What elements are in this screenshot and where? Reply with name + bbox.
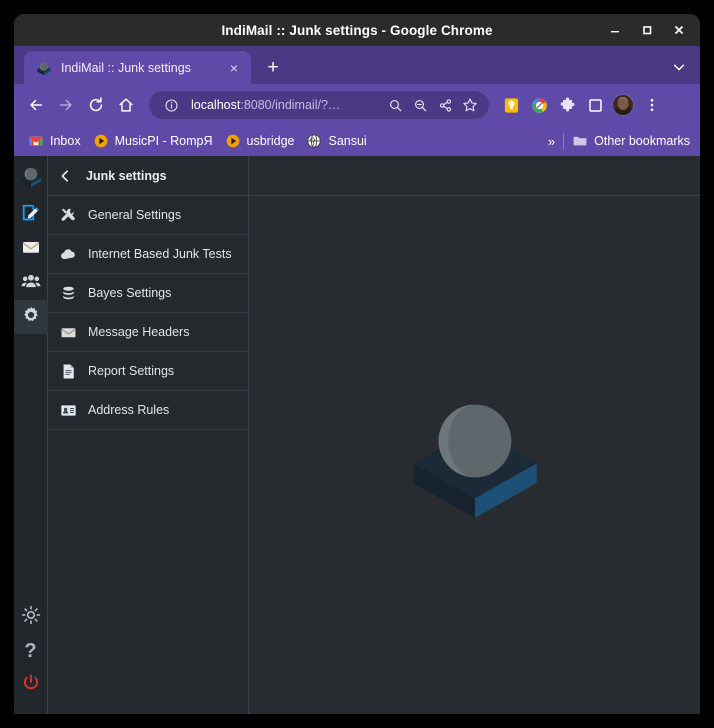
sidebar-item-mail[interactable] bbox=[14, 232, 48, 266]
browser-toolbar: localhost:8080/indimail/?… bbox=[14, 84, 700, 126]
cloud-icon bbox=[59, 245, 77, 263]
reload-icon[interactable] bbox=[82, 91, 110, 119]
share-icon[interactable] bbox=[434, 94, 456, 116]
bookmarks-bar: Inbox MusicPI - RompЯ usbridge Sansui » … bbox=[14, 126, 700, 156]
back-arrow-icon[interactable] bbox=[22, 91, 50, 119]
avatar[interactable] bbox=[610, 92, 636, 118]
bookmark-inbox[interactable]: Inbox bbox=[24, 129, 89, 153]
bookmark-musicpi[interactable]: MusicPI - RompЯ bbox=[89, 129, 221, 153]
app-rail: ? bbox=[14, 156, 48, 714]
google-circle-icon[interactable] bbox=[526, 92, 552, 118]
question-mark-icon: ? bbox=[24, 639, 37, 662]
play-circle-icon bbox=[93, 133, 109, 149]
info-circle-icon[interactable] bbox=[160, 94, 182, 116]
power-icon bbox=[21, 673, 41, 698]
gmail-icon bbox=[28, 133, 44, 149]
chrome-window: IndiMail :: Junk settings - Google Chrom… bbox=[14, 14, 700, 714]
search-icon[interactable] bbox=[384, 94, 406, 116]
menu-item-address-rules[interactable]: Address Rules bbox=[48, 391, 248, 430]
menu-item-internet-based-junk-tests[interactable]: Internet Based Junk Tests bbox=[48, 235, 248, 274]
bookmark-label: Sansui bbox=[328, 134, 367, 148]
menu-item-general-settings[interactable]: General Settings bbox=[48, 196, 248, 235]
other-bookmarks-label: Other bookmarks bbox=[594, 134, 690, 148]
web-page: ? Junk settings General Settings Interne… bbox=[14, 156, 700, 714]
settings-panel-header: Junk settings bbox=[48, 156, 248, 196]
url-text[interactable]: localhost:8080/indimail/?… bbox=[191, 98, 381, 112]
menu-item-label: Internet Based Junk Tests bbox=[88, 247, 232, 261]
bookmark-usbridge[interactable]: usbridge bbox=[221, 129, 303, 153]
database-icon bbox=[59, 284, 77, 302]
close-icon[interactable] bbox=[664, 15, 694, 45]
envelope-icon bbox=[21, 237, 41, 262]
globe-icon bbox=[306, 133, 322, 149]
play-circle-icon bbox=[225, 133, 241, 149]
menu-item-report-settings[interactable]: Report Settings bbox=[48, 352, 248, 391]
zoom-out-icon[interactable] bbox=[409, 94, 431, 116]
content-body bbox=[249, 196, 700, 714]
url-path: :8080/indimail/?… bbox=[240, 98, 341, 112]
url-host: localhost bbox=[191, 98, 241, 112]
gear-icon bbox=[21, 305, 41, 330]
bookmark-label: usbridge bbox=[246, 134, 295, 148]
indimail-logo-icon bbox=[36, 60, 52, 76]
window-titlebar: IndiMail :: Junk settings - Google Chrom… bbox=[14, 14, 700, 46]
menu-item-message-headers[interactable]: Message Headers bbox=[48, 313, 248, 352]
sidebar-item-compose[interactable] bbox=[14, 198, 48, 232]
folder-icon bbox=[572, 133, 588, 149]
logout-button[interactable] bbox=[14, 668, 48, 702]
settings-panel: Junk settings General Settings Internet … bbox=[48, 156, 249, 714]
compose-pencil-icon bbox=[21, 203, 41, 228]
tab-strip: IndiMail :: Junk settings × + bbox=[14, 46, 700, 84]
indimail-logo-icon bbox=[19, 164, 43, 188]
bookmark-label: MusicPI - RompЯ bbox=[114, 134, 213, 148]
square-panel-icon[interactable] bbox=[582, 92, 608, 118]
chevron-down-icon[interactable] bbox=[666, 54, 692, 80]
minimize-icon[interactable] bbox=[600, 15, 630, 45]
home-icon[interactable] bbox=[112, 91, 140, 119]
help-button[interactable]: ? bbox=[14, 634, 48, 668]
new-tab-button[interactable]: + bbox=[259, 53, 287, 81]
menu-item-label: Bayes Settings bbox=[88, 286, 172, 300]
puzzle-piece-icon[interactable] bbox=[554, 92, 580, 118]
document-icon bbox=[59, 362, 77, 380]
content-header bbox=[249, 156, 700, 196]
theme-button[interactable] bbox=[14, 600, 48, 634]
content-area bbox=[249, 156, 700, 714]
bookmarks-overflow-chevron[interactable]: » bbox=[548, 134, 555, 149]
tab-title: IndiMail :: Junk settings bbox=[61, 60, 191, 75]
forward-arrow-icon[interactable] bbox=[52, 91, 80, 119]
indimail-logo-icon bbox=[405, 385, 545, 525]
contact-card-icon bbox=[59, 401, 77, 419]
menu-item-bayes-settings[interactable]: Bayes Settings bbox=[48, 274, 248, 313]
people-icon bbox=[21, 271, 41, 296]
maximize-icon[interactable] bbox=[632, 15, 662, 45]
bookmark-sansui[interactable]: Sansui bbox=[302, 129, 374, 153]
tab-close-icon[interactable]: × bbox=[225, 59, 243, 77]
other-bookmarks-button[interactable]: Other bookmarks bbox=[572, 133, 692, 149]
browser-tab[interactable]: IndiMail :: Junk settings × bbox=[24, 51, 251, 84]
window-controls bbox=[600, 14, 694, 46]
bookmarks-overflow: » Other bookmarks bbox=[548, 133, 692, 149]
bookmarks-divider bbox=[563, 133, 565, 149]
page-title: Junk settings bbox=[86, 168, 167, 183]
sidebar-item-contacts[interactable] bbox=[14, 266, 48, 300]
envelope-icon bbox=[59, 323, 77, 341]
menu-item-label: Address Rules bbox=[88, 403, 170, 417]
bookmark-star-icon[interactable] bbox=[459, 94, 481, 116]
three-dot-menu-icon[interactable] bbox=[638, 91, 666, 119]
brightness-sun-icon bbox=[21, 605, 41, 630]
sidebar-item-settings[interactable] bbox=[14, 300, 48, 334]
address-bar[interactable]: localhost:8080/indimail/?… bbox=[149, 91, 489, 119]
menu-item-label: Message Headers bbox=[88, 325, 190, 339]
window-title: IndiMail :: Junk settings - Google Chrom… bbox=[221, 22, 493, 38]
keep-bulb-icon[interactable] bbox=[498, 92, 524, 118]
chevron-left-icon[interactable] bbox=[58, 169, 72, 183]
bookmark-label: Inbox bbox=[50, 134, 81, 148]
tools-icon bbox=[59, 206, 77, 224]
menu-item-label: Report Settings bbox=[88, 364, 175, 378]
menu-item-label: General Settings bbox=[88, 208, 182, 222]
